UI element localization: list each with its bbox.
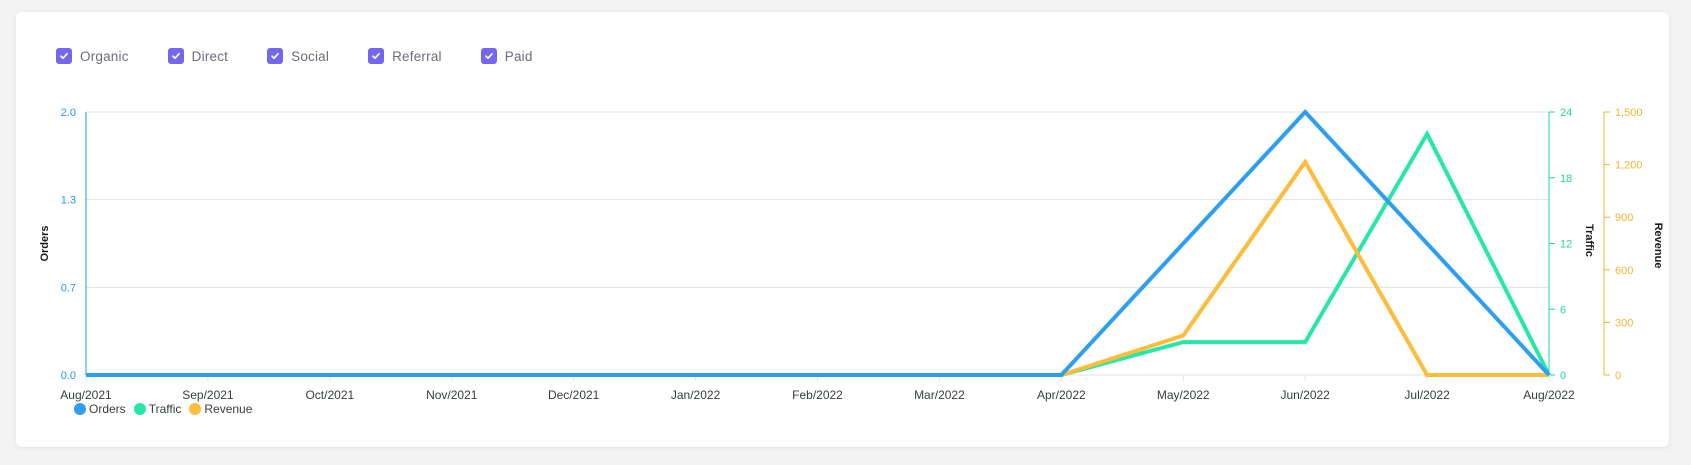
x-tick-label: Jul/2022 bbox=[1404, 388, 1450, 402]
x-tick-label: Aug/2021 bbox=[60, 388, 112, 402]
traffic-tick-label: 24 bbox=[1560, 107, 1572, 119]
x-tick-label: Apr/2022 bbox=[1037, 388, 1086, 402]
line-chart: 0.0 0.7 1.3 2.0 Orders 0 6 12 18 24 Traffic 0 300 600… bbox=[39, 107, 1664, 402]
legend-label: Revenue bbox=[204, 402, 253, 416]
revenue-tick-label: 1,200 bbox=[1615, 160, 1643, 172]
x-tick-label: Oct/2021 bbox=[305, 388, 354, 402]
x-tick-label: Dec/2021 bbox=[548, 388, 600, 402]
orders-tick-label: 1.3 bbox=[61, 195, 76, 207]
series-line-orders[interactable] bbox=[86, 109, 1551, 377]
revenue-tick-label: 900 bbox=[1615, 212, 1633, 224]
x-tick-label: May/2022 bbox=[1157, 388, 1210, 402]
x-tick-label: Aug/2022 bbox=[1523, 388, 1575, 402]
revenue-tick-label: 1,500 bbox=[1615, 107, 1643, 119]
x-tick-label: Nov/2021 bbox=[426, 388, 478, 402]
legend-marker-icon bbox=[74, 403, 86, 415]
legend-marker-icon bbox=[133, 403, 146, 415]
legend-item-traffic[interactable]: Traffic bbox=[133, 402, 182, 416]
revenue-tick-label: 0 bbox=[1615, 370, 1621, 382]
traffic-tick-label: 6 bbox=[1560, 304, 1566, 316]
revenue-tick-label: 600 bbox=[1615, 265, 1633, 277]
revenue-axis-title: Revenue bbox=[1652, 223, 1664, 269]
legend-label: Orders bbox=[89, 402, 126, 416]
legend-item-orders[interactable]: Orders bbox=[74, 402, 126, 416]
x-tick-label: Jun/2022 bbox=[1280, 388, 1330, 402]
series-line-revenue[interactable] bbox=[86, 158, 1549, 377]
legend-label: Traffic bbox=[148, 402, 182, 416]
revenue-tick-label: 300 bbox=[1615, 317, 1633, 329]
traffic-axis-title: Traffic bbox=[1583, 224, 1595, 257]
chart-legend: Orders Traffic Revenue bbox=[74, 402, 260, 416]
x-tick-label: Sep/2021 bbox=[182, 388, 234, 402]
orders-axis-title: Orders bbox=[39, 225, 51, 261]
traffic-tick-label: 18 bbox=[1560, 173, 1572, 185]
traffic-tick-label: 0 bbox=[1560, 370, 1566, 382]
orders-tick-label: 0.7 bbox=[61, 282, 76, 294]
orders-tick-label: 0.0 bbox=[61, 370, 76, 382]
x-tick-label: Feb/2022 bbox=[792, 388, 843, 402]
x-tick-label: Mar/2022 bbox=[914, 388, 965, 402]
series-line-traffic[interactable] bbox=[86, 129, 1551, 377]
legend-marker-icon bbox=[189, 403, 202, 415]
orders-tick-label: 2.0 bbox=[61, 107, 76, 119]
traffic-tick-label: 12 bbox=[1560, 239, 1572, 251]
legend-item-revenue[interactable]: Revenue bbox=[189, 402, 252, 416]
x-tick-label: Jan/2022 bbox=[671, 388, 721, 402]
